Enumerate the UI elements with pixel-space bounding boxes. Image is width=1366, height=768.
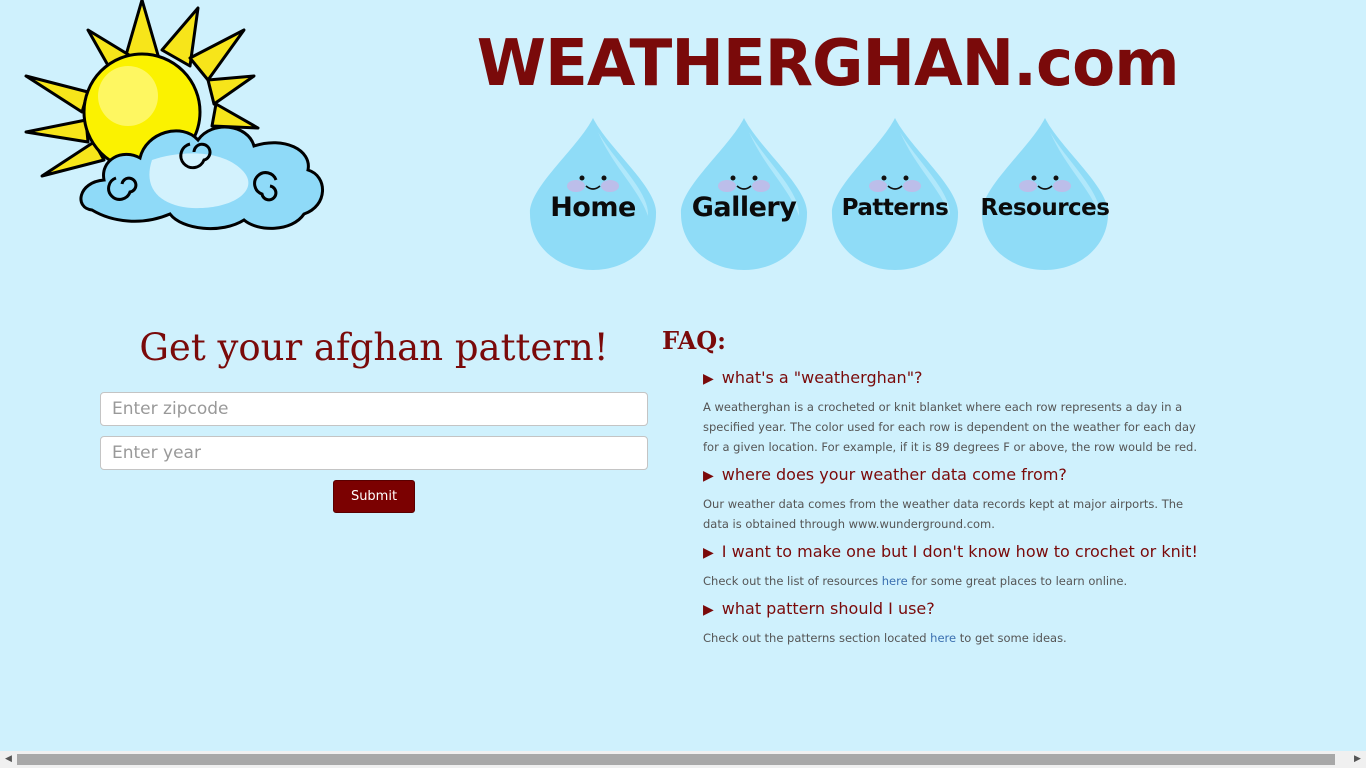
faq-question-text: what's a "weatherghan"? xyxy=(721,368,923,387)
faq-list: ▶ what's a "weatherghan"? A weatherghan i… xyxy=(703,366,1208,654)
arrow-right-icon: ▶ xyxy=(703,371,714,387)
faq-question-text: where does your weather data come from? xyxy=(721,465,1067,484)
raindrop-icon xyxy=(831,118,959,270)
faq-answer-text: for some great places to learn online. xyxy=(907,574,1128,588)
scroll-right-icon[interactable]: ▶ xyxy=(1349,751,1366,768)
faq-answer: Check out the list of resources here for… xyxy=(703,571,1208,591)
raindrop-icon xyxy=(981,118,1109,270)
nav-home[interactable]: Home xyxy=(528,118,658,270)
nav-resources-label: Resources xyxy=(980,195,1110,221)
faq-answer: Our weather data comes from the weather … xyxy=(703,497,1184,531)
faq-question: ▶ where does your weather data come from? xyxy=(703,463,1208,488)
nav-patterns-label: Patterns xyxy=(841,195,949,221)
year-input[interactable] xyxy=(100,436,648,470)
faq-answer-text: Check out the list of resources xyxy=(703,574,882,588)
site-title: WEATHERGHAN.com xyxy=(476,27,1180,101)
faq-question-text: I want to make one but I don't know how … xyxy=(721,542,1198,561)
form-title: Get your afghan pattern! xyxy=(139,326,609,369)
faq-answer-text: Check out the patterns section located xyxy=(703,631,931,645)
submit-button[interactable]: Submit xyxy=(333,480,415,513)
resources-link[interactable]: here xyxy=(882,574,908,588)
faq-answer-text: to get some ideas. xyxy=(956,631,1067,645)
nav-patterns[interactable]: Patterns xyxy=(830,118,960,270)
patterns-link[interactable]: here xyxy=(930,631,956,645)
horizontal-scrollbar[interactable]: ◀ ▶ xyxy=(0,751,1366,768)
faq-question: ▶ what pattern should I use? xyxy=(703,597,1208,622)
faq-question-text: what pattern should I use? xyxy=(721,599,935,618)
scroll-left-icon[interactable]: ◀ xyxy=(0,751,17,768)
nav-resources[interactable]: Resources xyxy=(980,118,1110,270)
nav-home-label: Home xyxy=(550,192,636,223)
arrow-right-icon: ▶ xyxy=(703,468,714,484)
sun-cloud-logo xyxy=(22,0,328,232)
arrow-right-icon: ▶ xyxy=(703,602,714,618)
faq-question: ▶ I want to make one but I don't know how… xyxy=(703,540,1208,565)
faq-title: FAQ: xyxy=(662,326,727,355)
nav-gallery-label: Gallery xyxy=(691,192,797,223)
arrow-right-icon: ▶ xyxy=(703,545,714,561)
zipcode-input[interactable] xyxy=(100,392,648,426)
nav-gallery[interactable]: Gallery xyxy=(679,118,809,270)
faq-answer: A weatherghan is a crocheted or knit bla… xyxy=(703,400,1197,454)
scrollbar-thumb[interactable] xyxy=(17,754,1335,765)
faq-question: ▶ what's a "weatherghan"? xyxy=(703,366,1208,391)
faq-answer: Check out the patterns section located h… xyxy=(703,628,1208,648)
